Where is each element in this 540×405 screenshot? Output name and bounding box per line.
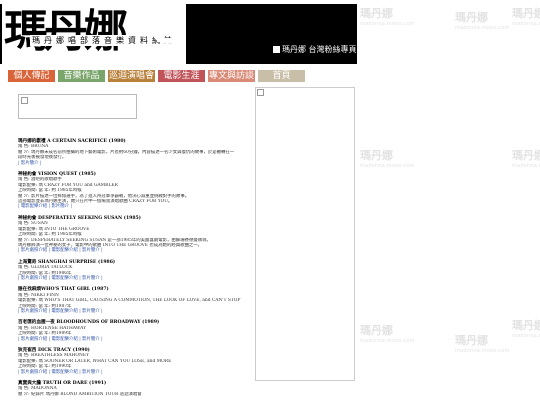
film-links[interactable]: | 影片劇照介紹 | 電影配樂介紹 | 影片簡介 |	[18, 309, 253, 314]
sidebar-image	[255, 87, 355, 381]
film-links[interactable]: | 電影配樂介紹 | 影片簡介 |	[18, 204, 253, 209]
nav-tours[interactable]: 巡迴演唱會	[108, 70, 155, 82]
film-entry: 狄克崔西 DICK TRACY (1990) 角 色: BREATHLESS MA…	[18, 348, 253, 375]
film-entry: 神秘約會 DESPERATELY SEEKING SUSAN (1985) 角 色…	[18, 216, 253, 254]
film-links[interactable]: | 影片劇照介紹 | 電影配樂介紹 | 影片簡介 |	[18, 370, 253, 375]
film-detail: 簡 介: 紀錄片 瑪丹娜 BLOND AMBITION TOUR 巡迴演唱會	[18, 391, 142, 397]
film-links[interactable]: | 影片簡介 |	[18, 161, 253, 166]
nav-home[interactable]: 首頁	[258, 70, 305, 82]
film-entry: 神秘約會 VISION QUEST (1985) 角 色: 酒吧的歌唱歌手 電影配樂…	[18, 172, 253, 210]
watermark: 瑪丹娜madonna.mooo.com	[512, 149, 540, 169]
logo-title: 瑪丹娜	[4, 6, 128, 57]
film-detail: 電影配樂: 瑪 WHO'S THAT GIRL, CAUSING A COMMO…	[18, 298, 241, 304]
header-image	[18, 94, 137, 119]
film-links[interactable]: | 影片劇照介紹 | 電影配樂介紹 | 影片簡介 |	[18, 276, 253, 281]
nav-films[interactable]: 電影生涯	[158, 70, 205, 82]
film-entry: 誰在找麻煩WHO'S THAT GIRL (1987) 角 色: NIKKI FI…	[18, 287, 253, 314]
main-nav: 個人傳記 音樂作品 巡迴演唱會 電影生涯 專文與訪談 首頁	[8, 70, 305, 82]
facebook-icon	[273, 46, 280, 53]
film-entry: 瑪丹娜的獻禮 A CERTAIN SACRIFICE (1980) 角 色: BR…	[18, 139, 253, 166]
watermark: 瑪丹娜madonna.mooo.com	[360, 324, 415, 344]
fanpage-label: 瑪丹娜 台灣粉絲專頁	[282, 45, 357, 54]
watermark: 瑪丹娜madonna.mooo.com	[512, 319, 540, 339]
watermark: 瑪丹娜madonna.mooo.com	[455, 334, 510, 354]
film-entry: 真實與大膽 TRUTH OR DARE (1991) 角 色: MADONNA 簡 …	[18, 381, 253, 397]
watermark: 瑪丹娜madonna.mooo.com	[455, 11, 510, 31]
logo-mark: C	[150, 8, 178, 52]
nav-articles[interactable]: 專文與訪談	[208, 70, 255, 82]
broken-image-icon	[21, 97, 28, 104]
header-banner: 瑪丹娜 瑪丹娜唱部落音樂資料網誌 C 瑪丹娜 台灣粉絲專頁	[0, 4, 357, 64]
watermark: 瑪丹娜madonna.mooo.com	[360, 149, 415, 169]
watermark: 瑪丹娜madonna.mooo.com	[360, 7, 415, 27]
film-links[interactable]: | 影片劇照介紹 | 電影配樂介紹 | 影片簡介 |	[18, 337, 253, 342]
nav-biography[interactable]: 個人傳記	[8, 70, 55, 82]
film-entry: 百老匯的血腥一夜 BLOODHOUNDS OF BROADWAY (1989) 角…	[18, 320, 253, 342]
watermark: 瑪丹娜madonna.mooo.com	[512, 7, 540, 27]
nav-music[interactable]: 音樂作品	[58, 70, 105, 82]
film-list: 瑪丹娜的獻禮 A CERTAIN SACRIFICE (1980) 角 色: BR…	[18, 94, 253, 403]
film-entry: 上海驚奇 SHANGHAI SURPRISE (1986) 角 色: GLORIA…	[18, 260, 253, 282]
fanpage-link[interactable]: 瑪丹娜 台灣粉絲專頁	[273, 44, 357, 55]
film-links[interactable]: | 影片劇照介紹 | 電影配樂介紹 | 影片簡介 |	[18, 248, 253, 253]
broken-image-icon	[257, 89, 264, 96]
